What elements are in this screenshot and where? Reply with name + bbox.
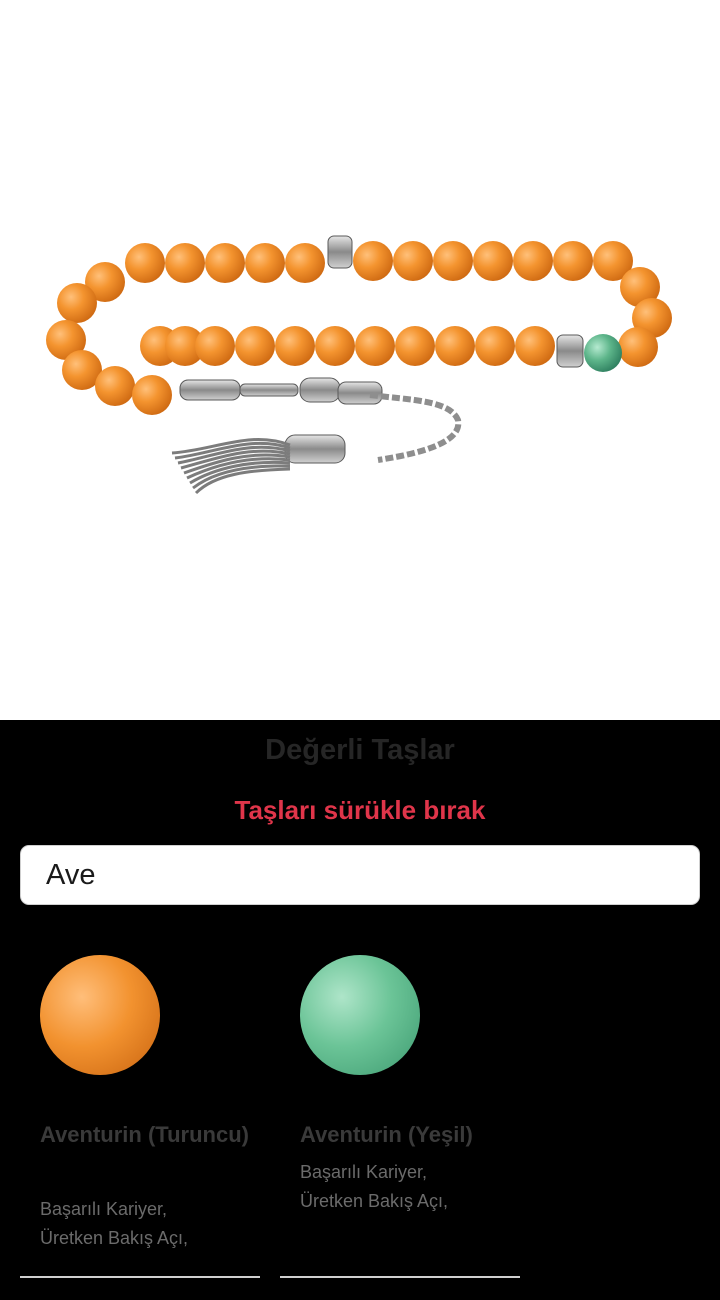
bead bbox=[513, 241, 553, 281]
bead bbox=[353, 241, 393, 281]
stone-image-green-aventurine[interactable] bbox=[300, 955, 420, 1075]
bead bbox=[395, 326, 435, 366]
stone-description-line: Başarılı Kariyer, bbox=[40, 1199, 168, 1219]
search-box[interactable] bbox=[20, 845, 700, 905]
bead bbox=[95, 366, 135, 406]
bead bbox=[584, 334, 622, 372]
bead bbox=[165, 243, 205, 283]
drag-drop-hint: Taşları sürükle bırak bbox=[234, 795, 486, 825]
stone-description: Başarılı Kariyer, Üretken Bakış Açı, bbox=[40, 1195, 255, 1253]
bead bbox=[553, 241, 593, 281]
bead bbox=[475, 326, 515, 366]
panel-title: Değerli Taşlar bbox=[265, 734, 455, 766]
bead bbox=[57, 283, 97, 323]
bead bbox=[205, 243, 245, 283]
bead bbox=[125, 243, 165, 283]
stone-card-aventurin-green[interactable]: Aventurin (Yeşil) Başarılı Kariyer, Üret… bbox=[280, 955, 520, 1280]
bead bbox=[315, 326, 355, 366]
bead bbox=[235, 326, 275, 366]
bead bbox=[393, 241, 433, 281]
tesbih-illustration bbox=[46, 235, 672, 495]
stone-image-orange-aventurine[interactable] bbox=[40, 955, 160, 1075]
tesbih-preview bbox=[0, 0, 720, 720]
metal-part bbox=[556, 334, 584, 368]
stones-panel: Değerli Taşlar Taşları sürükle bırak Ave… bbox=[0, 720, 720, 1300]
stone-divider bbox=[20, 1276, 260, 1278]
stone-description-line: Üretken Bakış Açı, bbox=[40, 1228, 189, 1248]
stone-description-line: Üretken Bakış Açı, bbox=[300, 1191, 449, 1211]
stone-divider bbox=[280, 1276, 520, 1278]
stone-description-line: Başarılı Kariyer, bbox=[300, 1162, 428, 1182]
bead bbox=[473, 241, 513, 281]
stone-description: Başarılı Kariyer, Üretken Bakış Açı, bbox=[300, 1158, 515, 1216]
metal-part bbox=[299, 377, 341, 403]
stone-card-aventurin-orange[interactable]: Aventurin (Turuncu) Başarılı Kariyer, Ür… bbox=[20, 955, 260, 1280]
stone-search-input[interactable] bbox=[21, 846, 699, 904]
bead bbox=[275, 326, 315, 366]
bead bbox=[618, 327, 658, 367]
bead bbox=[285, 243, 325, 283]
bead bbox=[433, 241, 473, 281]
bead bbox=[355, 326, 395, 366]
metal-part bbox=[327, 235, 353, 269]
stone-name: Aventurin (Turuncu) bbox=[40, 1122, 249, 1147]
stone-name: Aventurin (Yeşil) bbox=[300, 1122, 473, 1147]
bead bbox=[195, 326, 235, 366]
bead bbox=[132, 375, 172, 415]
bead bbox=[245, 243, 285, 283]
chain bbox=[369, 392, 462, 463]
metal-part bbox=[284, 434, 346, 464]
bead bbox=[435, 326, 475, 366]
metal-part bbox=[239, 383, 299, 397]
metal-part bbox=[179, 379, 241, 401]
bead bbox=[515, 326, 555, 366]
